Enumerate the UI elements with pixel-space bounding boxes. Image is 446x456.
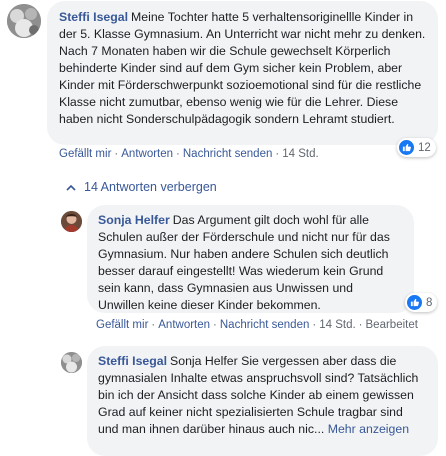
reaction-count[interactable]: 12 bbox=[397, 138, 436, 157]
comment-actions: Gefällt mir · Antworten · Nachricht senden · 1… bbox=[96, 319, 418, 331]
show-more-link[interactable]: Mehr anzeigen bbox=[328, 422, 409, 436]
reaction-number: 12 bbox=[418, 141, 431, 154]
send-message-link[interactable]: Nachricht senden bbox=[183, 148, 273, 160]
thumbs-up-icon bbox=[407, 295, 422, 310]
avatar[interactable] bbox=[61, 352, 82, 373]
timestamp[interactable]: 14 Std. bbox=[319, 319, 355, 331]
hide-replies-toggle[interactable]: 14 Antworten verbergen bbox=[66, 180, 217, 194]
reaction-count[interactable]: 8 bbox=[405, 293, 438, 312]
like-link[interactable]: Gefällt mir bbox=[96, 319, 148, 331]
reply-link[interactable]: Antworten bbox=[121, 148, 173, 160]
like-link[interactable]: Gefällt mir bbox=[59, 148, 111, 160]
comment-text: Das Argument gilt doch wohl für alle Sch… bbox=[98, 213, 390, 312]
edited-label: Bearbeitet bbox=[365, 319, 418, 331]
avatar[interactable] bbox=[7, 4, 41, 38]
chevron-up-icon bbox=[66, 180, 76, 194]
comment-bubble: Steffi Isegal Sonja Helfer Sie vergessen … bbox=[87, 346, 438, 456]
timestamp[interactable]: 14 Std. bbox=[282, 148, 318, 160]
send-message-link[interactable]: Nachricht senden bbox=[220, 319, 310, 331]
hide-replies-label: 14 Antworten verbergen bbox=[84, 180, 217, 194]
comment-author[interactable]: Steffi Isegal bbox=[98, 354, 167, 368]
reply-link[interactable]: Antworten bbox=[158, 319, 210, 331]
comment-bubble: Sonja Helfer Das Argument gilt doch wohl … bbox=[87, 205, 414, 313]
comment-actions: Gefällt mir · Antworten · Nachricht senden · 1… bbox=[59, 148, 319, 160]
avatar[interactable] bbox=[61, 211, 82, 232]
comment-author[interactable]: Steffi Isegal bbox=[59, 10, 128, 24]
reaction-number: 8 bbox=[426, 296, 433, 309]
comment-text: Meine Tochter hatte 5 verhaltensoriginel… bbox=[59, 10, 426, 126]
thumbs-up-icon bbox=[399, 140, 414, 155]
comment-author[interactable]: Sonja Helfer bbox=[98, 213, 170, 227]
comment-bubble: Steffi Isegal Meine Tochter hatte 5 verha… bbox=[47, 1, 438, 145]
